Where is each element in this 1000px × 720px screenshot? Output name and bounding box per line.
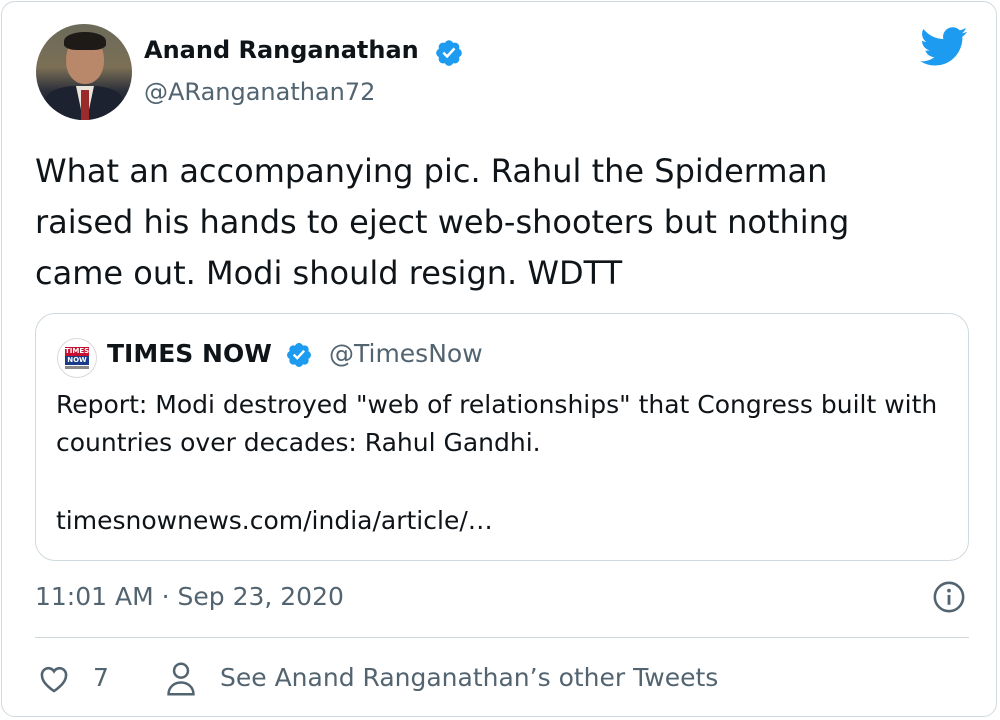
- quoted-author-name[interactable]: TIMES NOW: [107, 339, 272, 368]
- like-count[interactable]: 7: [93, 663, 109, 692]
- logo-text-top: TIMES: [65, 347, 90, 356]
- heart-icon[interactable]: [37, 662, 71, 696]
- tweet-timestamp[interactable]: 11:01 AM · Sep 23, 2020: [35, 582, 344, 611]
- person-icon[interactable]: [164, 661, 198, 697]
- tweet-text: What an accompanying pic. Rahul the Spid…: [35, 152, 850, 292]
- verified-badge-icon: [287, 343, 311, 367]
- author-avatar[interactable]: [36, 24, 132, 120]
- tweet-card: Anand Ranganathan @ARanganathan72 What a…: [1, 1, 997, 717]
- quoted-tweet-text: Report: Modi destroyed "web of relations…: [56, 390, 938, 457]
- see-other-tweets-link[interactable]: See Anand Ranganathan’s other Tweets: [220, 663, 718, 692]
- author-name[interactable]: Anand Ranganathan: [144, 36, 419, 64]
- logo-text-bottom: NOW: [65, 356, 89, 365]
- divider: [35, 637, 969, 638]
- info-icon[interactable]: [932, 580, 966, 614]
- quoted-tweet-link[interactable]: timesnownews.com/india/article/…: [56, 506, 493, 535]
- quoted-tweet[interactable]: TIMES NOW TIMES NOW @TimesNow Report: Mo…: [35, 313, 969, 561]
- quoted-author-handle[interactable]: @TimesNow: [329, 339, 483, 368]
- verified-badge-icon: [436, 40, 462, 66]
- author-handle[interactable]: @ARanganathan72: [144, 78, 375, 106]
- twitter-bird-icon[interactable]: [920, 26, 968, 68]
- timesnow-logo[interactable]: TIMES NOW: [57, 338, 97, 378]
